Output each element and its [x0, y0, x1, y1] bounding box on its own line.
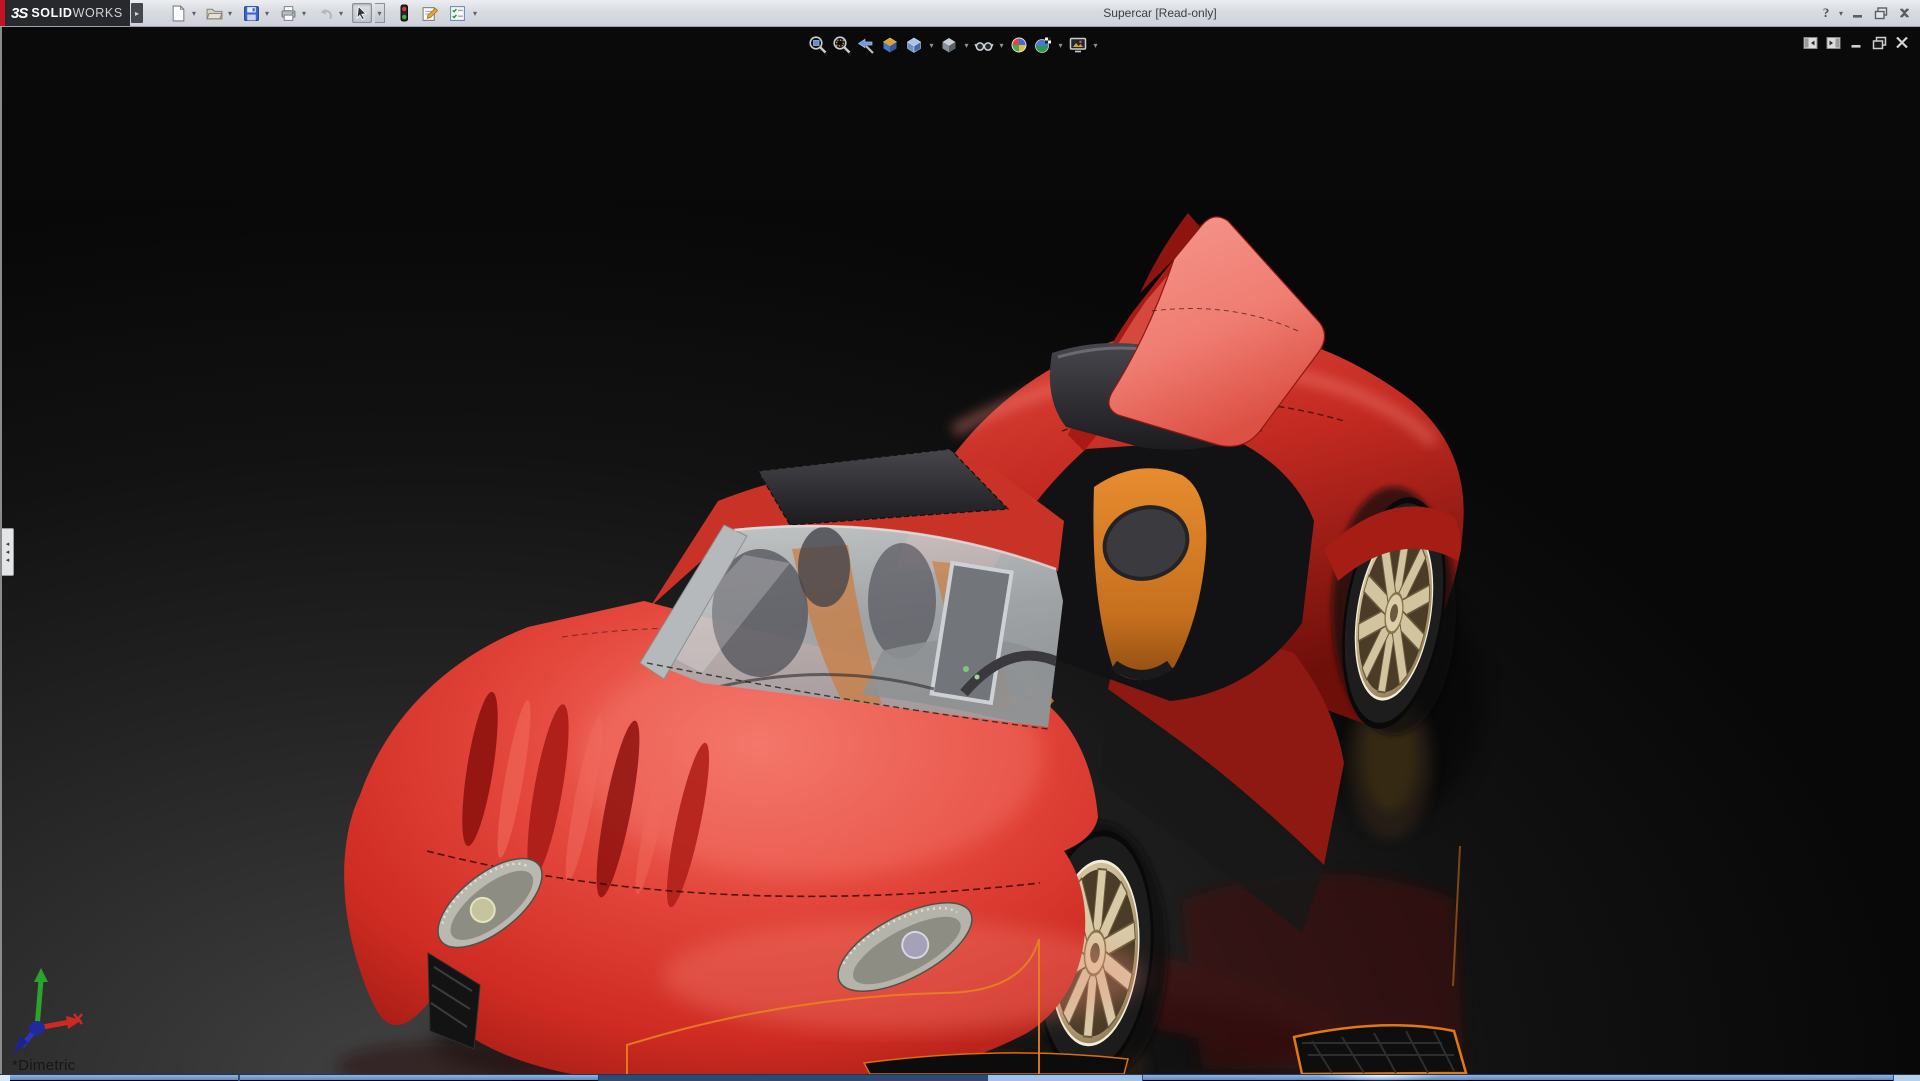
display-style-icon — [942, 38, 956, 53]
document-window-controls — [1802, 35, 1910, 50]
pane-left-button[interactable] — [1802, 35, 1818, 50]
traffic-light-button[interactable] — [394, 3, 414, 23]
print-icon — [281, 5, 295, 21]
edit-appearance-icon — [1011, 37, 1027, 53]
solidworks-logo: 3S SOLID WORKS — [0, 0, 130, 26]
view-settings-button[interactable] — [1066, 34, 1090, 56]
feature-panel-splitter[interactable]: ◂ ◂ ◂ — [2, 528, 14, 576]
display-style-dropdown[interactable]: ▾ — [961, 34, 972, 56]
splitter-arrow-icon: ◂ — [5, 556, 10, 564]
viewport-close-icon — [1896, 36, 1908, 49]
view-orientation-label: *Dimetric — [12, 1057, 76, 1074]
edit-appearance-button[interactable] — [1007, 34, 1031, 56]
new-document-button[interactable] — [168, 3, 188, 23]
menu-expander-arrow-icon[interactable]: ▸ — [131, 3, 143, 23]
zoom-to-fit-icon — [809, 36, 827, 54]
apply-scene-button[interactable] — [1031, 34, 1055, 56]
section-view-button[interactable] — [878, 34, 902, 56]
window-title: Supercar [Read-only] — [1103, 6, 1217, 20]
print-button[interactable] — [278, 3, 298, 23]
previous-view-icon — [857, 38, 874, 54]
open-folder-icon — [205, 8, 223, 19]
pane-right-icon — [1826, 36, 1840, 49]
y-axis-arrow — [34, 968, 48, 982]
pane-right-button[interactable] — [1825, 35, 1841, 50]
viewport-close-button[interactable] — [1894, 35, 1910, 50]
undo-dropdown[interactable]: ▾ — [336, 3, 346, 23]
logo-3s-glyph: 3S — [11, 4, 28, 22]
options-dropdown[interactable]: ▾ — [470, 3, 480, 23]
splitter-arrow-icon: ◂ — [5, 548, 10, 556]
taskbar-segment — [988, 1075, 1143, 1081]
graphics-viewport[interactable]: ▾ ▾ ▾ ▾ ▾ ◂ ◂ ◂ *Dimetric — [0, 27, 1920, 1074]
help-button[interactable]: ? — [1818, 4, 1834, 22]
minimize-icon — [1853, 15, 1862, 18]
3d-model-canvas[interactable] — [2, 27, 1920, 1074]
view-orientation-icon — [906, 37, 922, 53]
hide-show-items-dropdown[interactable]: ▾ — [996, 34, 1007, 56]
open-dropdown[interactable]: ▾ — [225, 3, 235, 23]
view-orientation-button[interactable] — [902, 34, 926, 56]
title-bar: 3S SOLID WORKS ▸ ▾ ▾ ▾ ▾ ▾ ▾ ▾ Supercar [R… — [0, 0, 1920, 27]
viewport-restore-button[interactable] — [1871, 35, 1887, 50]
comment-notepad-icon — [422, 6, 439, 21]
splitter-arrow-icon: ◂ — [5, 540, 10, 548]
save-floppy-icon — [243, 5, 259, 21]
zoom-to-fit-button[interactable] — [806, 34, 830, 56]
view-orientation-dropdown[interactable]: ▾ — [926, 34, 937, 56]
pane-left-icon — [1803, 36, 1817, 49]
help-dropdown[interactable]: ▾ — [1836, 3, 1846, 23]
undo-icon — [320, 8, 332, 19]
print-dropdown[interactable]: ▾ — [299, 3, 309, 23]
select-button[interactable] — [352, 3, 372, 23]
taskbar-segment — [1893, 1075, 1920, 1081]
viewport-minimize-icon — [1851, 45, 1860, 48]
viewport-restore-icon — [1872, 36, 1886, 49]
restore-icon — [1874, 6, 1888, 19]
taskbar-segment — [598, 1075, 990, 1081]
apply-scene-dropdown[interactable]: ▾ — [1055, 34, 1066, 56]
display-style-button[interactable] — [937, 34, 961, 56]
minimize-button[interactable] — [1850, 4, 1866, 22]
taskbar-separator — [238, 1075, 240, 1081]
view-settings-icon — [1069, 37, 1087, 53]
hide-show-items-button[interactable] — [972, 34, 996, 56]
select-cursor-icon — [356, 5, 367, 21]
select-dropdown[interactable]: ▾ — [375, 3, 385, 23]
apply-scene-icon — [1035, 37, 1051, 53]
taskbar-segment — [0, 1075, 10, 1081]
comment-button[interactable] — [420, 3, 440, 23]
new-document-icon — [172, 5, 184, 21]
save-button[interactable] — [241, 3, 261, 23]
restore-button[interactable] — [1872, 4, 1890, 22]
new-document-dropdown[interactable]: ▾ — [189, 3, 199, 23]
view-settings-dropdown[interactable]: ▾ — [1090, 34, 1101, 56]
close-icon — [1899, 8, 1909, 18]
taskbar-sliver[interactable] — [0, 1074, 1920, 1081]
section-view-icon — [882, 37, 898, 53]
zoom-to-area-icon — [833, 36, 851, 54]
previous-view-button[interactable] — [854, 34, 878, 56]
close-button[interactable] — [1896, 4, 1912, 22]
open-button[interactable] — [204, 3, 224, 23]
triad-origin — [29, 1021, 45, 1035]
heads-up-view-toolbar: ▾ ▾ ▾ ▾ ▾ — [806, 33, 1101, 57]
save-dropdown[interactable]: ▾ — [262, 3, 272, 23]
undo-button[interactable] — [315, 3, 335, 23]
traffic-light-icon — [400, 4, 408, 22]
options-checklist-icon — [449, 5, 465, 21]
hide-show-items-icon — [974, 42, 994, 51]
viewport-minimize-button[interactable] — [1848, 35, 1864, 50]
options-button[interactable] — [447, 3, 467, 23]
taskbar-glow — [1320, 1075, 1440, 1081]
reference-triad — [14, 968, 83, 1054]
zoom-to-area-button[interactable] — [830, 34, 854, 56]
